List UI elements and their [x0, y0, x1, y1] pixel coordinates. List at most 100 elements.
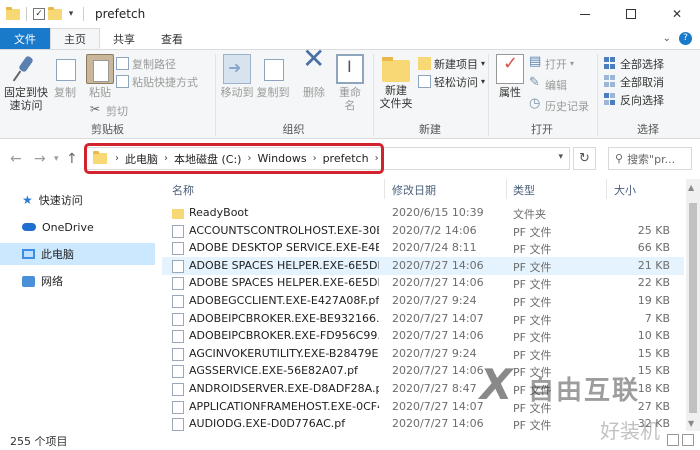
- chevron-right-icon[interactable]: ›: [115, 153, 119, 164]
- column-name[interactable]: 名称: [172, 182, 194, 198]
- refresh-icon: ↻: [579, 151, 590, 166]
- breadcrumb-windows[interactable]: Windows: [257, 152, 306, 165]
- history-button[interactable]: 历史记录: [529, 96, 589, 114]
- file-size: 66 KB: [637, 241, 670, 255]
- tab-home[interactable]: 主页: [50, 28, 100, 49]
- file-size: 21 KB: [637, 258, 670, 272]
- file-size: 22 KB: [637, 276, 670, 290]
- file-date: 2020/7/27 14:07: [392, 399, 484, 413]
- vertical-scrollbar[interactable]: ▲ ▼: [686, 179, 700, 431]
- nav-item-onedrive[interactable]: OneDrive: [0, 216, 155, 238]
- nav-item-label: OneDrive: [42, 220, 94, 234]
- copy-path-button[interactable]: 复制路径: [116, 55, 176, 72]
- breadcrumb-this-pc[interactable]: 此电脑: [125, 151, 158, 167]
- pin-to-quick-access-button[interactable]: 固定到快 速访问: [4, 54, 48, 112]
- file-date: 2020/7/27 14:06: [392, 276, 484, 290]
- tab-share[interactable]: 共享: [100, 28, 148, 49]
- invert-selection-button[interactable]: 反向选择: [604, 91, 664, 108]
- file-row[interactable]: ACCOUNTSCONTROLHOST.EXE-30B... 2020/7/2 1…: [162, 222, 684, 240]
- column-type[interactable]: 类型: [513, 182, 535, 198]
- chevron-right-icon[interactable]: ›: [375, 153, 379, 164]
- file-row[interactable]: ADOBEIPCBROKER.EXE-FD956C99.pf 2020/7/27 …: [162, 327, 684, 345]
- new-folder-icon[interactable]: [48, 6, 62, 20]
- tab-view[interactable]: 查看: [148, 28, 196, 49]
- chevron-right-icon[interactable]: ›: [313, 153, 317, 164]
- cut-label: 剪切: [106, 104, 128, 118]
- column-header-row: ⌃ 名称 修改日期 类型 大小: [162, 179, 684, 199]
- maximize-button[interactable]: [608, 0, 654, 28]
- file-row[interactable]: ADOBEGCCLIENT.EXE-E427A08F.pf 2020/7/27 9…: [162, 292, 684, 310]
- divider[interactable]: [606, 179, 607, 199]
- nav-item-network[interactable]: 网络: [0, 270, 155, 292]
- recent-locations-chevron-icon[interactable]: ▾: [54, 154, 59, 164]
- open-button[interactable]: 打开 ▾: [529, 54, 574, 72]
- address-bar[interactable]: › 此电脑 › 本地磁盘 (C:) › Windows › prefetch ›…: [84, 147, 570, 170]
- forward-arrow-icon[interactable]: →: [34, 151, 46, 167]
- close-button[interactable]: ✕: [654, 0, 700, 28]
- new-folder-icon: [382, 57, 410, 82]
- file-icon: [172, 365, 184, 379]
- customize-toolbar-chevron-icon[interactable]: ▾: [65, 9, 77, 19]
- refresh-button[interactable]: ↻: [573, 147, 596, 170]
- details-view-icon[interactable]: [667, 434, 679, 446]
- file-row[interactable]: AGCINVOKERUTILITY.EXE-B28479EC.... 2020/7…: [162, 345, 684, 363]
- nav-item-this-pc[interactable]: 此电脑: [0, 243, 155, 265]
- address-history-chevron-icon[interactable]: ▾: [558, 152, 563, 162]
- file-row[interactable]: ADOBEIPCBROKER.EXE-BE932166.pf 2020/7/27 …: [162, 310, 684, 328]
- collapse-ribbon-chevron-icon[interactable]: ⌄: [663, 33, 671, 44]
- select-none-button[interactable]: 全部取消: [604, 73, 664, 90]
- column-size[interactable]: 大小: [614, 182, 636, 198]
- title-bar: ✓ ▾ prefetch ✕: [0, 0, 700, 28]
- tab-file[interactable]: 文件: [0, 28, 50, 49]
- paste-shortcut-label: 粘贴快捷方式: [132, 75, 198, 89]
- file-row[interactable]: AGSSERVICE.EXE-56E82A07.pf 2020/7/27 14:0…: [162, 362, 684, 380]
- breadcrumb-prefetch[interactable]: prefetch: [323, 152, 369, 165]
- paste-shortcut-button[interactable]: 粘贴快捷方式: [116, 73, 198, 90]
- divider[interactable]: [384, 179, 385, 199]
- up-arrow-icon[interactable]: ↑: [66, 151, 78, 167]
- select-all-button[interactable]: 全部选择: [604, 55, 664, 72]
- easy-access-label: 轻松访问: [434, 75, 478, 89]
- minimize-button[interactable]: [562, 0, 608, 28]
- file-row[interactable]: ReadyBoot 2020/6/15 10:39 文件夹: [162, 204, 684, 222]
- easy-access-button[interactable]: 轻松访问 ▾: [418, 73, 485, 90]
- rename-label: 重命名: [339, 86, 361, 112]
- file-row[interactable]: ADOBE SPACES HELPER.EXE-6E5DB9... 2020/7/…: [162, 256, 684, 275]
- nav-item-quick-access[interactable]: 快速访问: [0, 189, 155, 211]
- file-icon: [172, 242, 184, 256]
- cut-button[interactable]: 剪切: [90, 102, 128, 119]
- scrollbar-thumb[interactable]: [689, 203, 697, 413]
- pin-label: 固定到快 速访问: [4, 86, 48, 112]
- chevron-right-icon[interactable]: ›: [164, 153, 168, 164]
- chevron-right-icon[interactable]: ›: [247, 153, 251, 164]
- paste-button[interactable]: 粘贴: [86, 54, 114, 99]
- properties-button[interactable]: 属性: [495, 54, 525, 99]
- search-input[interactable]: ⚲ 搜索"pr...: [608, 147, 692, 170]
- move-to-button[interactable]: 移动到: [220, 54, 254, 99]
- search-placeholder: 搜索"pr...: [627, 152, 676, 166]
- file-date: 2020/7/27 14:06: [392, 417, 484, 431]
- file-type: PF 文件: [513, 331, 552, 345]
- divider[interactable]: [506, 179, 507, 199]
- delete-button[interactable]: 删除: [300, 52, 328, 99]
- properties-check-icon[interactable]: ✓: [33, 8, 45, 20]
- breadcrumb-local-disk[interactable]: 本地磁盘 (C:): [174, 151, 241, 167]
- scroll-down-icon[interactable]: ▼: [688, 419, 694, 428]
- copy-to-button[interactable]: 复制到: [256, 54, 290, 99]
- rename-button[interactable]: 重命名: [334, 54, 366, 112]
- column-date[interactable]: 修改日期: [392, 182, 436, 198]
- scroll-up-icon[interactable]: ▲: [688, 183, 694, 192]
- file-row[interactable]: ADOBE DESKTOP SERVICE.EXE-E4EF... 2020/7/…: [162, 239, 684, 257]
- help-icon[interactable]: ?: [679, 32, 692, 45]
- file-row[interactable]: ANDROIDSERVER.EXE-D8ADF28A.pf 2020/7/27 8…: [162, 380, 684, 398]
- rename-icon: [336, 54, 364, 84]
- edit-button[interactable]: 编辑: [529, 75, 567, 93]
- file-type: PF 文件: [513, 296, 552, 309]
- new-item-button[interactable]: 新建项目 ▾: [418, 55, 485, 72]
- file-row[interactable]: APPLICATIONFRAMEHOST.EXE-0CF4... 2020/7/2…: [162, 398, 684, 416]
- large-icons-view-icon[interactable]: [682, 434, 694, 446]
- back-arrow-icon[interactable]: ←: [10, 151, 22, 167]
- copy-button[interactable]: 复制: [52, 54, 78, 99]
- file-row[interactable]: ADOBE SPACES HELPER.EXE-6E5DB9... 2020/7/…: [162, 274, 684, 292]
- new-folder-button[interactable]: 新建 文件夹: [378, 54, 414, 110]
